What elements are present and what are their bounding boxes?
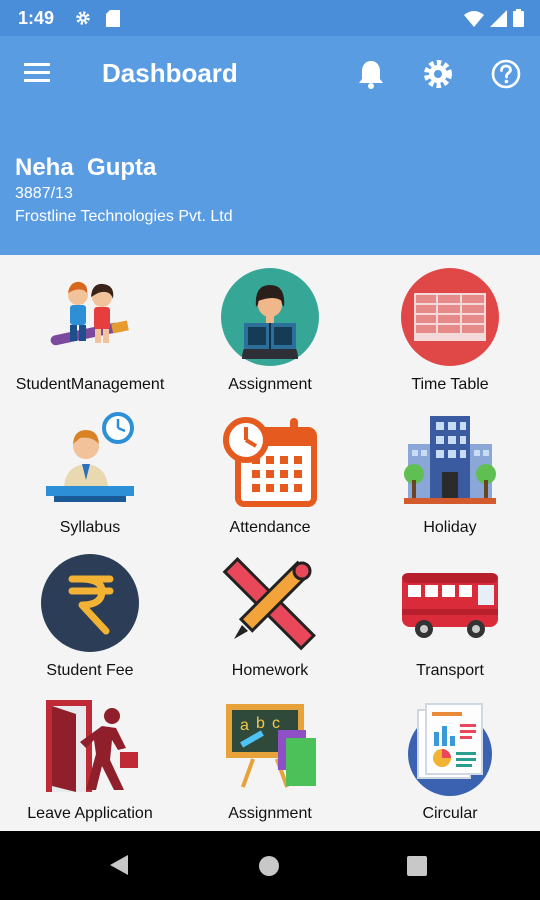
profile-name: Neha Gupta: [15, 154, 157, 181]
pencil-ruler-icon: [222, 557, 316, 651]
help-button[interactable]: [490, 58, 522, 95]
blackboard-icon: a b c: [226, 704, 316, 788]
tile-label: StudentManagement: [15, 376, 165, 393]
tile-circular[interactable]: Circular: [360, 684, 540, 827]
help-icon: [491, 59, 521, 89]
profile-id: 3887/13: [15, 185, 73, 202]
battery-icon: [513, 9, 524, 32]
tile-label: Assignment: [228, 376, 312, 393]
reading-student-icon: [221, 268, 319, 366]
app-bar: Dashboard: [0, 36, 540, 114]
status-icons: [464, 9, 524, 32]
bus-icon: [402, 573, 498, 638]
home-icon: [259, 856, 279, 876]
exit-door-icon: [46, 700, 138, 792]
tile-syllabus[interactable]: Syllabus: [0, 398, 180, 541]
calendar-icon: [223, 417, 317, 507]
tile-assignment[interactable]: Assignment: [180, 255, 360, 398]
gear-icon: [424, 60, 452, 88]
dashboard-grid: StudentManagement Assignment Time Table …: [0, 255, 540, 831]
notifications-button[interactable]: [356, 58, 386, 95]
tile-leave-application[interactable]: Leave Application: [0, 684, 180, 827]
report-icon: [408, 703, 492, 796]
building-icon: [404, 416, 496, 504]
tile-homework[interactable]: Homework: [180, 541, 360, 684]
tile-time-table[interactable]: Time Table: [360, 255, 540, 398]
system-nav-bar: [0, 831, 540, 900]
tile-attendance[interactable]: Attendance: [180, 398, 360, 541]
teacher-clock-icon: [46, 412, 134, 502]
tile-label: Transport: [416, 662, 484, 679]
recent-apps-button[interactable]: [406, 855, 428, 882]
back-icon: [110, 855, 128, 875]
status-bar: 1:49: [0, 0, 540, 36]
settings-button[interactable]: [422, 58, 454, 95]
tile-assignment-2[interactable]: a b c Assignment: [180, 684, 360, 827]
sd-card-icon: [106, 10, 120, 32]
tile-holiday[interactable]: Holiday: [360, 398, 540, 541]
gear-icon: [74, 9, 92, 32]
tile-student-management[interactable]: StudentManagement: [0, 255, 180, 398]
bell-icon: [359, 61, 383, 89]
tile-label: Circular: [422, 805, 478, 822]
wifi-icon: [464, 10, 484, 32]
tile-label: Leave Application: [27, 805, 153, 822]
rupee-icon: [41, 554, 139, 652]
timetable-icon: [401, 268, 499, 366]
students-icon: [50, 281, 129, 346]
tile-label: Homework: [231, 662, 309, 679]
tile-label: Holiday: [423, 519, 477, 536]
profile-company: Frostline Technologies Pvt. Ltd: [15, 208, 233, 225]
menu-button[interactable]: [22, 60, 56, 90]
recent-apps-icon: [407, 856, 427, 876]
back-button[interactable]: [108, 853, 130, 882]
svg-text:b: b: [256, 715, 265, 732]
signal-icon: [490, 9, 507, 32]
page-title: Dashboard: [102, 58, 238, 88]
tile-transport[interactable]: Transport: [360, 541, 540, 684]
tile-label: Attendance: [229, 519, 311, 536]
status-time: 1:49: [18, 8, 55, 28]
profile-header: Neha Gupta 3887/13 Frostline Technologie…: [0, 114, 540, 255]
svg-text:a: a: [240, 717, 249, 734]
tile-label: Syllabus: [59, 519, 121, 536]
tile-label: Student Fee: [46, 662, 134, 679]
menu-icon: [24, 63, 50, 82]
tile-student-fee[interactable]: Student Fee: [0, 541, 180, 684]
svg-text:c: c: [272, 715, 280, 732]
home-button[interactable]: [258, 855, 280, 882]
tile-label: Time Table: [411, 376, 489, 393]
tile-label: Assignment: [228, 805, 312, 822]
